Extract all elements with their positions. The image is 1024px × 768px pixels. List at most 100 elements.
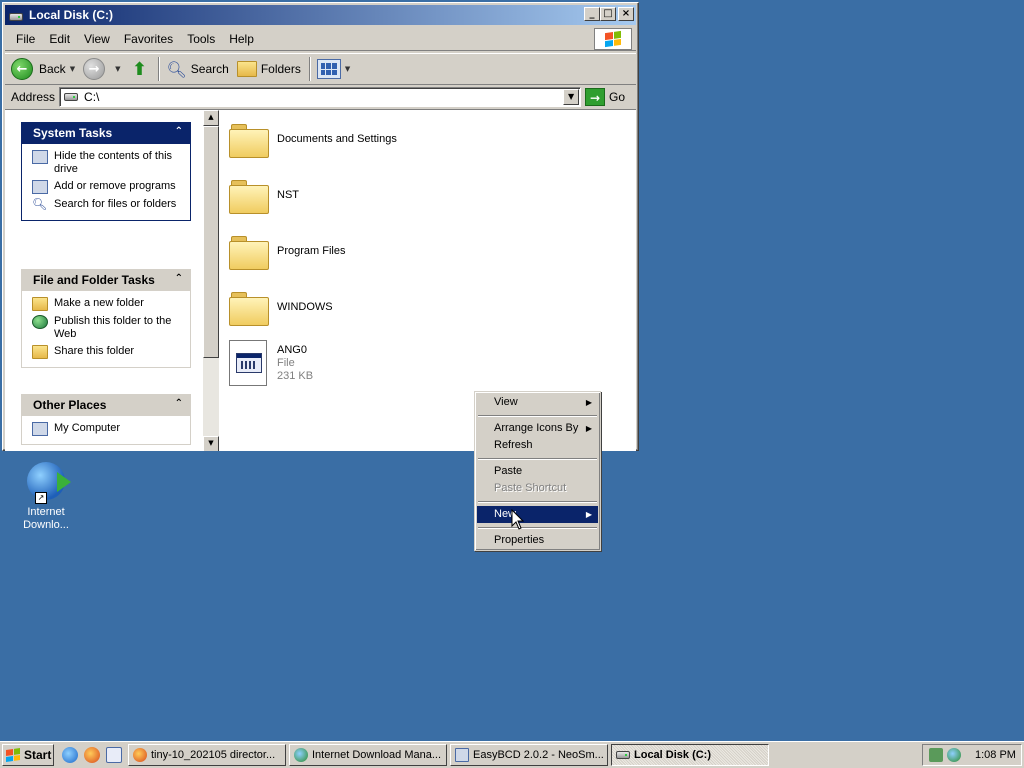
task-share-folder[interactable]: Share this folder xyxy=(32,345,190,359)
file-item[interactable]: Documents and Settings xyxy=(229,122,397,158)
scroll-thumb[interactable] xyxy=(203,126,219,358)
ctx-paste[interactable]: Paste xyxy=(477,463,598,480)
back-arrow-icon: ← xyxy=(11,58,33,80)
file-item[interactable]: Program Files xyxy=(229,234,346,270)
task-make-new-folder[interactable]: Make a new folder xyxy=(32,297,190,311)
forward-arrow-icon: → xyxy=(83,58,106,80)
forward-button[interactable]: → ▼ xyxy=(83,58,120,80)
address-value: C:\ xyxy=(84,90,100,104)
windows-flag-icon xyxy=(6,748,20,762)
taskbar-item-easybcd[interactable]: EasyBCD 2.0.2 - NeoSm... xyxy=(450,744,608,766)
task-add-remove-programs[interactable]: Add or remove programs xyxy=(32,180,190,194)
ctx-view[interactable]: View ▶ xyxy=(477,394,598,411)
taskbar-item-directory[interactable]: tiny-10_202105 director... xyxy=(128,744,286,766)
window-controls: _ □ × xyxy=(584,7,634,21)
views-dropdown-icon[interactable]: ▼ xyxy=(345,65,350,73)
ctx-properties[interactable]: Properties xyxy=(477,532,598,549)
address-input[interactable]: C:\ ▼ xyxy=(59,87,582,107)
my-computer-icon xyxy=(32,422,48,436)
task-label: Publish this folder to the Web xyxy=(54,315,172,340)
task-publish-folder[interactable]: Publish this folder to the Web xyxy=(32,315,190,341)
collapse-icon[interactable]: ⌃ xyxy=(175,273,183,284)
file-name: WINDOWS xyxy=(277,301,333,313)
taskbar-item-idm[interactable]: Internet Download Mana... xyxy=(289,744,447,766)
firefox-icon[interactable] xyxy=(84,747,100,763)
ctx-label: Properties xyxy=(494,534,545,546)
settings-icon[interactable] xyxy=(106,747,122,763)
back-label: Back xyxy=(39,62,66,76)
collapse-icon[interactable]: ⌃ xyxy=(175,398,183,409)
file-folder-tasks-header[interactable]: File and Folder Tasks ⌃ xyxy=(21,269,191,291)
address-dropdown-button[interactable]: ▼ xyxy=(563,89,580,105)
menu-favorites[interactable]: Favorites xyxy=(117,32,180,46)
ctx-new[interactable]: New ▶ xyxy=(477,506,598,523)
idm-tray-icon[interactable] xyxy=(947,748,961,762)
explorer-window: Local Disk (C:) _ □ × File Edit View Fav… xyxy=(2,2,639,451)
up-button[interactable]: ⬆ xyxy=(128,58,150,80)
window-title: Local Disk (C:) xyxy=(29,8,114,22)
other-places-header[interactable]: Other Places ⌃ xyxy=(21,394,191,416)
file-item[interactable]: ANG0 File 231 KB xyxy=(229,340,313,386)
search-button[interactable]: 🔍︎ Search xyxy=(166,60,228,79)
menu-tools[interactable]: Tools xyxy=(180,32,222,46)
file-name: ANG0 xyxy=(277,343,307,356)
taskbar-item-label: Internet Download Mana... xyxy=(312,749,442,761)
other-places-panel: Other Places ⌃ My Computer xyxy=(21,394,191,445)
folder-icon xyxy=(229,290,269,326)
idm-icon xyxy=(294,748,308,762)
task-pane-scrollbar[interactable]: ▲ ▼ xyxy=(203,110,219,451)
scroll-up-button[interactable]: ▲ xyxy=(203,110,219,126)
ctx-arrange-icons[interactable]: Arrange Icons By ▶ xyxy=(477,420,598,437)
start-button[interactable]: Start xyxy=(2,744,54,766)
file-type: File xyxy=(277,356,295,369)
clock[interactable]: 1:08 PM xyxy=(975,749,1016,761)
ctx-label: Paste Shortcut xyxy=(494,482,567,494)
close-button[interactable]: × xyxy=(618,7,634,21)
place-my-computer[interactable]: My Computer xyxy=(32,422,190,436)
desktop-icon-idm[interactable]: ↗ Internet Downlo... xyxy=(14,462,78,532)
submenu-arrow-icon: ▶ xyxy=(585,398,592,407)
scroll-down-button[interactable]: ▼ xyxy=(203,436,219,451)
menu-help[interactable]: Help xyxy=(222,32,261,46)
maximize-button[interactable]: □ xyxy=(600,7,616,21)
task-label: Make a new folder xyxy=(54,297,144,309)
title-bar[interactable]: Local Disk (C:) _ □ × xyxy=(5,5,636,25)
local-disk-icon xyxy=(616,751,630,759)
system-tasks-header[interactable]: System Tasks ⌃ xyxy=(21,122,191,144)
system-tasks-body: Hide the contents of this drive Add or r… xyxy=(21,144,191,221)
ctx-label: Arrange Icons By xyxy=(494,422,579,434)
file-name: NST xyxy=(277,189,299,201)
quick-launch xyxy=(62,747,122,763)
internet-explorer-icon[interactable] xyxy=(62,747,78,763)
menu-edit[interactable]: Edit xyxy=(42,32,77,46)
file-folder-tasks-title: File and Folder Tasks xyxy=(33,273,155,287)
desktop-icon-label: Internet Downlo... xyxy=(23,506,69,531)
forward-dropdown-icon[interactable]: ▼ xyxy=(115,65,120,73)
network-icon[interactable] xyxy=(929,748,943,762)
address-label: Address xyxy=(11,90,56,104)
task-label: Search for files or folders xyxy=(54,198,177,210)
collapse-icon[interactable]: ⌃ xyxy=(175,126,183,137)
menu-file[interactable]: File xyxy=(9,32,42,46)
task-hide-drive[interactable]: Hide the contents of this drive xyxy=(32,150,190,176)
file-name: Program Files xyxy=(277,245,346,257)
folders-button[interactable]: Folders xyxy=(236,61,301,77)
menu-view[interactable]: View xyxy=(77,32,117,46)
ctx-refresh[interactable]: Refresh xyxy=(477,437,598,454)
file-item[interactable]: WINDOWS xyxy=(229,290,333,326)
up-folder-icon: ⬆ xyxy=(131,58,148,80)
go-button[interactable]: → Go xyxy=(585,88,625,106)
taskbar-item-local-disk[interactable]: Local Disk (C:) xyxy=(611,744,769,766)
search-icon: 🔍︎ xyxy=(166,59,187,79)
task-search-files[interactable]: 🔍︎ Search for files or folders xyxy=(32,198,190,212)
file-name: Documents and Settings xyxy=(277,133,397,145)
back-button[interactable]: ← Back ▼ xyxy=(11,58,75,80)
toolbar: ← Back ▼ → ▼ ⬆ 🔍︎ Search Folders ▼ xyxy=(5,53,636,85)
file-item[interactable]: NST xyxy=(229,178,299,214)
views-button[interactable]: ▼ xyxy=(316,59,350,79)
task-label: Share this folder xyxy=(54,345,135,357)
search-icon: 🔍︎ xyxy=(32,197,48,211)
back-dropdown-icon[interactable]: ▼ xyxy=(70,65,75,73)
add-remove-programs-icon xyxy=(32,180,48,194)
minimize-button[interactable]: _ xyxy=(584,7,600,21)
